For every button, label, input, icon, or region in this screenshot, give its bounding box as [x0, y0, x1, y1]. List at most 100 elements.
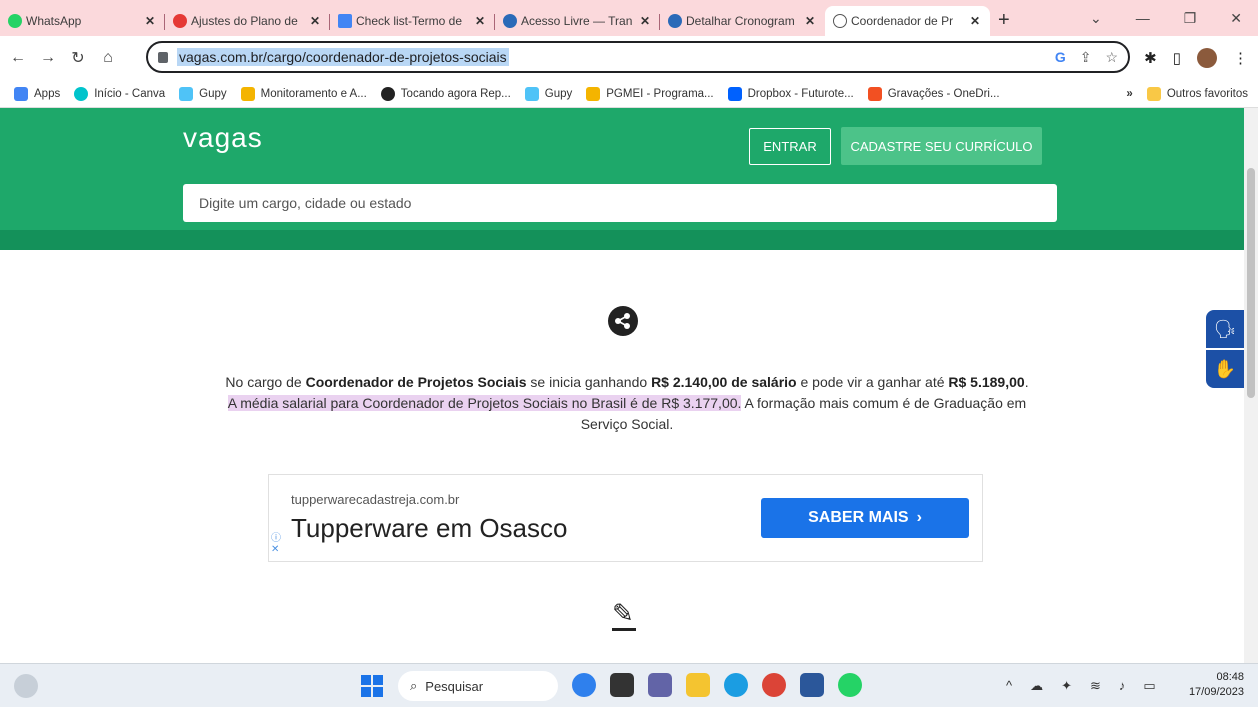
whatsapp-icon[interactable]: [838, 673, 862, 697]
tab-detalhar[interactable]: Detalhar Cronogram ✕: [660, 6, 825, 36]
header-strip: [0, 230, 1244, 250]
pgmei-icon: [586, 86, 601, 101]
wifi-icon[interactable]: ≋: [1090, 678, 1101, 694]
audio-accessibility-icon[interactable]: 🗣: [1206, 310, 1244, 348]
tab-ajustes[interactable]: Ajustes do Plano de ✕: [165, 6, 330, 36]
bookmark-dropbox[interactable]: Dropbox - Futurote...: [727, 86, 854, 101]
share-icon[interactable]: ⇪: [1080, 49, 1092, 66]
ad-info-icon[interactable]: ⓘ ✕: [271, 533, 281, 555]
chrome-icon[interactable]: [762, 673, 786, 697]
app-tray-icon[interactable]: ✦: [1061, 678, 1072, 694]
edge-icon[interactable]: [724, 673, 748, 697]
onedrive-icon[interactable]: ☁: [1030, 678, 1043, 694]
signup-button[interactable]: CADASTRE SEU CURRÍCULO: [841, 127, 1042, 165]
page-scrollbar[interactable]: [1244, 108, 1258, 663]
site-header: vagas ENTRAR CADASTRE SEU CURRÍCULO Digi…: [0, 108, 1244, 250]
bookmark-canva[interactable]: Início - Canva: [74, 86, 165, 101]
whatsapp-favicon-icon: [8, 14, 22, 28]
widgets-icon[interactable]: [14, 674, 38, 698]
monitoramento-icon: [240, 86, 255, 101]
reload-icon[interactable]: ↻: [66, 48, 90, 68]
bookmark-pgmei[interactable]: PGMEI - Programa...: [586, 86, 714, 101]
battery-icon[interactable]: ▭: [1143, 678, 1155, 694]
bookmark-gupy-2[interactable]: Gupy: [524, 86, 572, 101]
tab-favicon-icon: [668, 14, 682, 28]
url-text[interactable]: vagas.com.br/cargo/coordenador-de-projet…: [177, 48, 509, 66]
highlighted-text: A média salarial para Coordenador de Pro…: [227, 395, 742, 411]
close-tab-icon[interactable]: ✕: [640, 14, 650, 28]
tab-favicon-icon: [173, 14, 187, 28]
bookmark-star-icon[interactable]: ☆: [1105, 49, 1118, 66]
bing-icon[interactable]: [572, 673, 596, 697]
bookmark-onedrive[interactable]: Gravações - OneDri...: [867, 86, 1000, 101]
show-hidden-icons-icon[interactable]: ^: [1006, 678, 1012, 694]
canva-icon: [74, 86, 89, 101]
page-viewport: vagas ENTRAR CADASTRE SEU CURRÍCULO Digi…: [0, 108, 1244, 663]
tab-search-icon[interactable]: ⌄: [1090, 10, 1102, 27]
menu-icon[interactable]: ⋮: [1233, 49, 1248, 67]
bookmarks-bar: Apps Início - Canva Gupy Monitoramento e…: [0, 80, 1258, 108]
file-explorer-icon[interactable]: [686, 673, 710, 697]
gupy-icon: [179, 86, 194, 101]
home-icon[interactable]: ⌂: [96, 49, 120, 67]
teams-icon[interactable]: [648, 673, 672, 697]
tab-strip: WhatsApp ✕ Ajustes do Plano de ✕ Check lis…: [0, 0, 1258, 36]
folder-icon: [1146, 86, 1161, 101]
taskbar-clock[interactable]: 08:48 17/09/2023: [1189, 670, 1244, 700]
forward-icon[interactable]: →: [36, 49, 60, 67]
lock-icon: [158, 51, 168, 63]
system-tray: ^ ☁ ✦ ≋ ♪ ▭: [1006, 678, 1156, 694]
browser-toolbar: ← → ↻ ⌂ vagas.com.br/cargo/coordenador-d…: [0, 36, 1258, 80]
task-view-icon[interactable]: [610, 673, 634, 697]
ad-cta-button[interactable]: SABER MAIS ›: [761, 498, 969, 538]
volume-icon[interactable]: ♪: [1119, 678, 1126, 694]
scrollbar-thumb[interactable]: [1247, 168, 1255, 398]
taskbar-search[interactable]: ⌕ Pesquisar: [398, 671, 558, 701]
start-button[interactable]: [361, 675, 383, 697]
close-tab-icon[interactable]: ✕: [310, 14, 320, 28]
bookmark-gupy[interactable]: Gupy: [179, 86, 227, 101]
job-search-input[interactable]: Digite um cargo, cidade ou estado: [183, 184, 1057, 222]
back-icon[interactable]: ←: [6, 49, 30, 67]
close-tab-icon[interactable]: ✕: [145, 14, 155, 28]
close-window-icon[interactable]: ✕: [1230, 10, 1242, 27]
more-bookmarks-icon[interactable]: »: [1126, 88, 1132, 100]
bookmark-apps[interactable]: Apps: [14, 86, 60, 101]
profile-avatar[interactable]: [1197, 48, 1217, 68]
tab-favicon-icon: [503, 14, 517, 28]
tab-coordenador[interactable]: Coordenador de Pr ✕: [825, 6, 990, 36]
google-translate-icon[interactable]: G: [1055, 49, 1066, 66]
chevron-right-icon: ›: [916, 509, 922, 526]
bookmark-tocando[interactable]: Tocando agora Rep...: [380, 86, 511, 101]
window-controls: ⌄ — ❐ ✕: [1090, 0, 1258, 36]
share-icon[interactable]: [608, 306, 638, 336]
close-tab-icon[interactable]: ✕: [805, 14, 815, 28]
microsoft-icon: [867, 86, 882, 101]
address-bar[interactable]: vagas.com.br/cargo/coordenador-de-projet…: [146, 41, 1130, 73]
login-button[interactable]: ENTRAR: [749, 128, 831, 165]
taskbar-apps: [572, 673, 862, 697]
pencil-icon: ✎: [612, 598, 634, 628]
bookmark-monitoramento[interactable]: Monitoramento e A...: [240, 86, 367, 101]
close-tab-icon[interactable]: ✕: [970, 14, 980, 28]
word-icon[interactable]: [800, 673, 824, 697]
tab-acesso-livre[interactable]: Acesso Livre — Tran ✕: [495, 6, 660, 36]
close-tab-icon[interactable]: ✕: [475, 14, 485, 28]
side-panel-icon[interactable]: ▯: [1173, 49, 1181, 67]
ad-banner[interactable]: tupperwarecadastreja.com.br Tupperware e…: [268, 474, 983, 562]
ad-domain: tupperwarecadastreja.com.br: [291, 492, 460, 507]
sign-language-icon[interactable]: ✋: [1206, 350, 1244, 388]
extensions-icon[interactable]: ✱: [1144, 49, 1157, 67]
bookmark-other-folder[interactable]: Outros favoritos: [1146, 86, 1248, 101]
new-tab-icon[interactable]: +: [998, 9, 1010, 32]
gupy-icon: [524, 86, 539, 101]
dropbox-icon: [727, 86, 742, 101]
apps-grid-icon: [14, 86, 28, 101]
ad-headline[interactable]: Tupperware em Osasco: [291, 513, 567, 544]
tab-whatsapp[interactable]: WhatsApp ✕: [0, 6, 165, 36]
tab-checklist[interactable]: Check list-Termo de ✕: [330, 6, 495, 36]
minimize-icon[interactable]: —: [1136, 10, 1150, 26]
vagas-logo[interactable]: vagas: [183, 122, 263, 154]
restore-icon[interactable]: ❐: [1184, 10, 1197, 27]
docs-favicon-icon: [338, 14, 352, 28]
